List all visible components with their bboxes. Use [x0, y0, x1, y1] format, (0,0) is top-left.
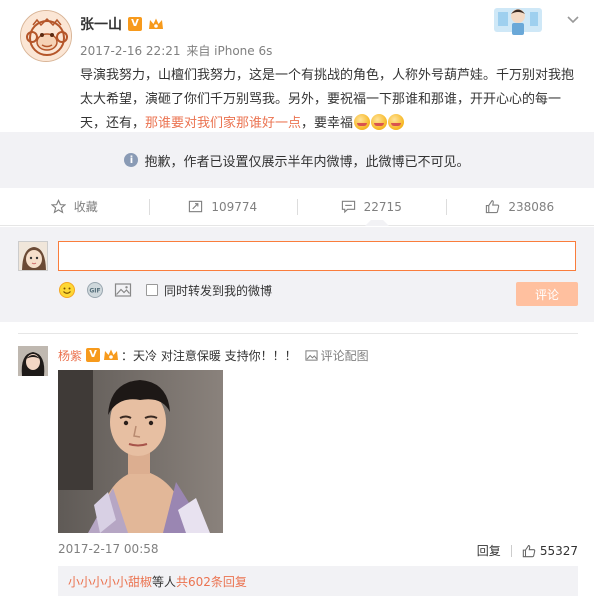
post-text-end: ，要幸福 — [301, 116, 354, 131]
comment-text: ：天冷 对注意保暖 支持你！！！ — [121, 348, 297, 363]
author-row: 张一山 V — [80, 14, 164, 34]
image-icon[interactable] — [114, 281, 132, 299]
submit-comment-button[interactable]: 评论 — [516, 282, 578, 306]
author-avatar[interactable] — [20, 10, 72, 62]
comment-like-count: 55327 — [539, 543, 578, 558]
reply-button[interactable]: 回复 — [477, 542, 501, 559]
reply-users-link[interactable]: 小小小小小甜椒 — [68, 573, 152, 590]
svg-text:GIF: GIF — [89, 288, 100, 295]
chevron-down-icon[interactable] — [566, 12, 580, 26]
author-name[interactable]: 张一山 — [80, 14, 122, 34]
monkey-avatar-icon — [21, 11, 71, 61]
hidden-notice: i 抱歉，作者已设置仅展示半年内微博，此微博已不可见。 — [0, 132, 594, 188]
reply-total-link[interactable]: 共602条回复 — [176, 573, 247, 590]
post-header: 张一山 V 2017-2-16 22:21 来自 iPhone 6s — [0, 0, 594, 62]
comment-like-button[interactable]: 55327 — [522, 544, 578, 558]
separator — [510, 544, 512, 557]
like-icon — [486, 200, 500, 214]
post-source: 来自 iPhone 6s — [186, 44, 273, 58]
comment-actions: 回复 55327 — [477, 542, 578, 559]
post-text-highlight[interactable]: 那谁要对我们家那谁好一点 — [145, 116, 301, 131]
comment-pic-label: 评论配图 — [320, 348, 369, 363]
like-icon — [522, 544, 536, 557]
verified-badge-icon: V — [128, 17, 142, 31]
favorite-label: 收藏 — [73, 200, 98, 214]
repost-button[interactable]: 109774 — [148, 188, 298, 225]
emoji-icon — [354, 114, 371, 130]
commenter-name[interactable]: 杨紫 — [58, 347, 82, 364]
reply-mid-text: 等人 — [152, 574, 177, 589]
repost-icon — [189, 200, 203, 213]
comment-icon — [341, 200, 355, 214]
image-icon — [305, 349, 318, 361]
smile-icon[interactable] — [58, 281, 76, 299]
comment-image[interactable] — [58, 370, 223, 533]
like-button[interactable]: 238086 — [445, 188, 594, 225]
member-crown-icon[interactable] — [103, 348, 119, 362]
comment-line: 杨紫 V ：天冷 对注意保暖 支持你！！！ 评论配图 — [58, 346, 369, 364]
comment-input[interactable] — [58, 241, 576, 271]
notice-text: 抱歉，作者已设置仅展示半年内微博，此微博已不可见。 — [144, 154, 470, 170]
emoji-icon — [388, 114, 405, 130]
comment-pic-link[interactable]: 评论配图 — [305, 347, 369, 364]
star-icon — [50, 199, 66, 214]
forward-checkbox[interactable] — [146, 284, 158, 296]
reply-summary: 小小小小小甜椒 等人 共602条回复 — [58, 566, 578, 596]
member-crown-icon[interactable] — [148, 17, 164, 31]
my-avatar[interactable] — [18, 241, 48, 271]
portrait-avatar-icon — [18, 346, 48, 376]
post-text: 导演我努力，山檀们我努力，这是一个有挑战的角色，人称外号葫芦娃。千万别对我抱太大… — [80, 64, 584, 136]
compose-tools: GIF 同时转发到我的微博 — [58, 279, 272, 301]
repost-count: 109774 — [211, 199, 258, 214]
comment-count: 22715 — [363, 199, 402, 214]
gif-icon[interactable]: GIF — [86, 281, 104, 299]
comment-time: 2017-2-17 00:58 — [58, 542, 159, 556]
info-icon: i — [124, 153, 139, 167]
decoration-card-icon[interactable] — [494, 2, 542, 42]
comment-button[interactable]: 22715 — [297, 188, 446, 226]
action-bar: 收藏 109774 22715 238086 — [0, 188, 594, 226]
verified-badge-icon: V — [86, 348, 101, 362]
post-time[interactable]: 2017-2-16 22:21 — [80, 44, 181, 58]
comment-compose: GIF 同时转发到我的微博 评论 — [0, 227, 594, 322]
comment-item: 杨紫 V ：天冷 对注意保暖 支持你！！！ 评论配图 2017-2-17 00:… — [0, 334, 594, 598]
forward-label[interactable]: 同时转发到我的微博 — [164, 282, 272, 299]
commenter-avatar[interactable] — [18, 346, 48, 376]
favorite-button[interactable]: 收藏 — [0, 188, 149, 225]
photo-boy-image — [58, 370, 223, 533]
post-meta: 2017-2-16 22:21 来自 iPhone 6s — [80, 42, 272, 59]
cartoon-avatar-icon — [19, 242, 47, 270]
emoji-icon — [371, 114, 388, 130]
like-count: 238086 — [508, 199, 555, 214]
